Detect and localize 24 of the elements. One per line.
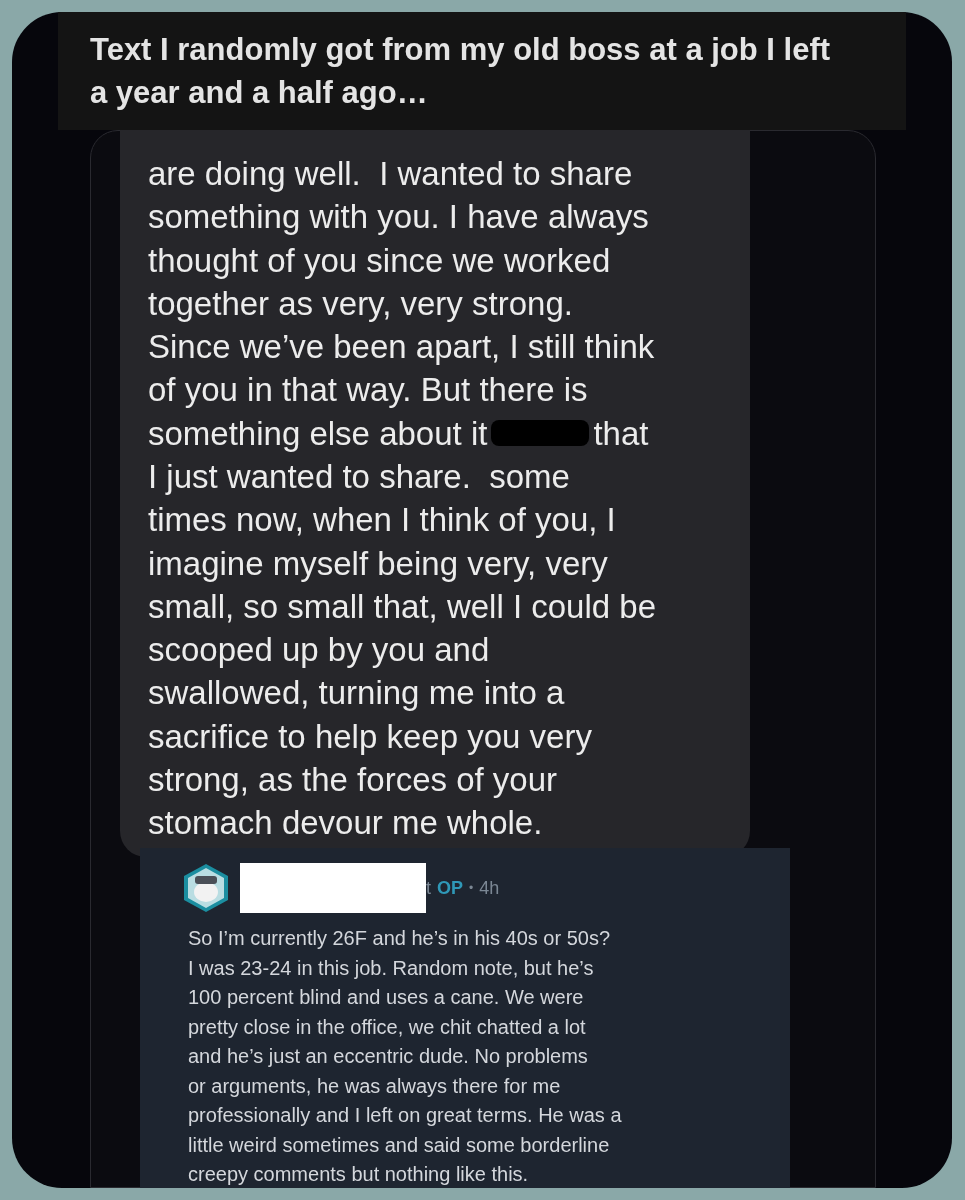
message-line: imagine myself being very, very xyxy=(148,543,608,584)
message-line: sacrifice to help keep you very xyxy=(148,716,592,757)
message-line: scooped up by you and xyxy=(148,630,490,671)
message-line: of you in that way. But there is xyxy=(148,370,588,411)
message-line: strong, as the forces of your xyxy=(148,760,558,801)
op-label: OP xyxy=(437,876,464,900)
message-line: are doing well. I wanted to share xyxy=(148,153,633,194)
separator: • xyxy=(469,880,474,897)
message-line: Since we’ve been apart, I still think xyxy=(148,327,655,368)
message-line: something with you. I have always xyxy=(148,197,649,238)
username-tail[interactable]: t xyxy=(426,874,431,902)
message-line: swallowed, turning me into a xyxy=(148,673,565,714)
message-line: times now, when I think of you, I xyxy=(148,500,616,541)
comment-text: So I’m currently 26F and he’s in his 40s or 50s? I was 23-24 in this job. Random note, but he’s 100 percent blind and uses a cane. We were pretty close in the office, we chit chatted a lot and he’s just an eccentric dude. No problems or arguments, he was always there for me professionally and I left on great terms. He was a little weird sometimes and said some borderline creepy comments but nothing like this. xyxy=(188,926,623,1187)
message-line: I just wanted to share. some xyxy=(148,457,570,497)
post-title: Text I randomly got from my old boss at a job I left a year and a half ago… xyxy=(90,31,832,112)
message-line: together as very, very strong. xyxy=(148,283,573,324)
message-line: something else about it xyxy=(148,413,488,454)
message-line: stomach devour me whole. xyxy=(148,803,543,844)
message-line: that xyxy=(593,413,649,454)
avatar-icon xyxy=(182,862,230,914)
message-line: small, so small that, well I could be xyxy=(148,586,657,627)
comment-age: 4h xyxy=(479,876,500,900)
message-line: thought of you since we worked xyxy=(148,240,611,281)
